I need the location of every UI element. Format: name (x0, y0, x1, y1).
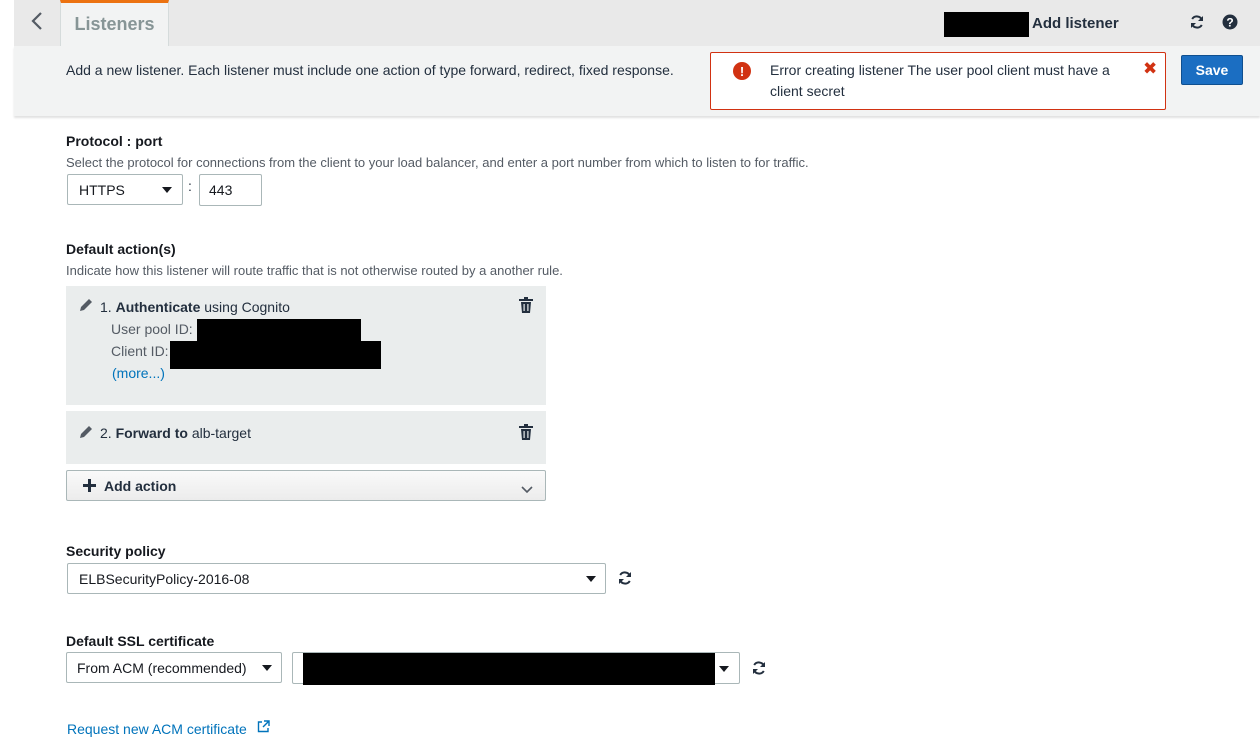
caret-down-icon (162, 187, 172, 193)
tab-listeners[interactable]: Listeners (60, 0, 169, 46)
external-link-icon (257, 720, 270, 736)
breadcrumb: Add listener (1032, 15, 1119, 32)
client-id-label: Client ID: (111, 343, 169, 359)
edit-icon[interactable] (79, 425, 93, 444)
action-2-verb: Forward to (115, 425, 188, 441)
request-certificate-label: Request new ACM certificate (67, 721, 247, 737)
add-action-button[interactable]: Add action (66, 470, 546, 501)
trash-icon[interactable] (519, 424, 533, 445)
edit-icon[interactable] (79, 298, 93, 317)
action-2-index: 2. (100, 425, 112, 441)
plus-icon (83, 479, 96, 497)
default-actions-description: Indicate how this listener will route tr… (66, 263, 563, 278)
refresh-icon[interactable] (1187, 12, 1207, 32)
ssl-certificate-title: Default SSL certificate (66, 633, 215, 649)
redacted-block (944, 12, 1029, 37)
redacted-certificate (303, 653, 715, 685)
redacted-user-pool-id (197, 319, 361, 341)
trash-icon[interactable] (519, 297, 533, 318)
default-actions-title: Default action(s) (66, 241, 176, 257)
refresh-icon[interactable] (751, 660, 767, 681)
certificate-source-select[interactable]: From ACM (recommended) (66, 652, 282, 683)
chevron-down-icon (521, 481, 533, 499)
save-button[interactable]: Save (1181, 55, 1243, 85)
certificate-source-value: From ACM (recommended) (77, 659, 247, 676)
error-icon: ! (733, 62, 751, 80)
help-icon[interactable]: ? (1220, 12, 1240, 32)
action-2-target: alb-target (191, 425, 251, 441)
request-certificate-link[interactable]: Request new ACM certificate (67, 720, 270, 737)
redacted-client-id (170, 341, 381, 369)
security-policy-value: ELBSecurityPolicy-2016-08 (79, 570, 250, 587)
more-link[interactable]: (more...) (112, 365, 165, 381)
protocol-select[interactable]: HTTPS (67, 174, 183, 205)
refresh-icon[interactable] (617, 570, 633, 591)
action-1-verb: Authenticate (115, 299, 201, 315)
action-2-summary: 2. Forward to alb-target (100, 425, 251, 441)
protocol-port-description: Select the protocol for connections from… (66, 155, 809, 170)
error-message: Error creating listener The user pool cl… (770, 62, 1110, 99)
certificate-select[interactable] (292, 652, 740, 685)
listener-description: Add a new listener. Each listener must i… (66, 62, 674, 78)
add-action-label: Add action (104, 478, 177, 494)
security-policy-select[interactable]: ELBSecurityPolicy-2016-08 (67, 563, 606, 594)
caret-down-icon (719, 666, 729, 672)
action-1-summary: 1. Authenticate using Cognito (100, 299, 290, 315)
protocol-port-title: Protocol : port (66, 133, 163, 149)
protocol-value: HTTPS (79, 181, 125, 198)
back-button[interactable] (14, 0, 60, 46)
chevron-left-icon (30, 11, 44, 36)
protocol-port-separator: : (188, 178, 192, 194)
action-1-index: 1. (100, 299, 112, 315)
caret-down-icon (262, 665, 272, 671)
svg-text:?: ? (1226, 16, 1233, 30)
caret-down-icon (586, 576, 596, 582)
user-pool-id-label: User pool ID: (111, 321, 193, 337)
action-1-detail: using Cognito (204, 299, 290, 315)
port-input[interactable]: 443 (199, 174, 262, 206)
close-icon[interactable]: ✖ (1143, 59, 1157, 79)
security-policy-title: Security policy (66, 543, 166, 559)
